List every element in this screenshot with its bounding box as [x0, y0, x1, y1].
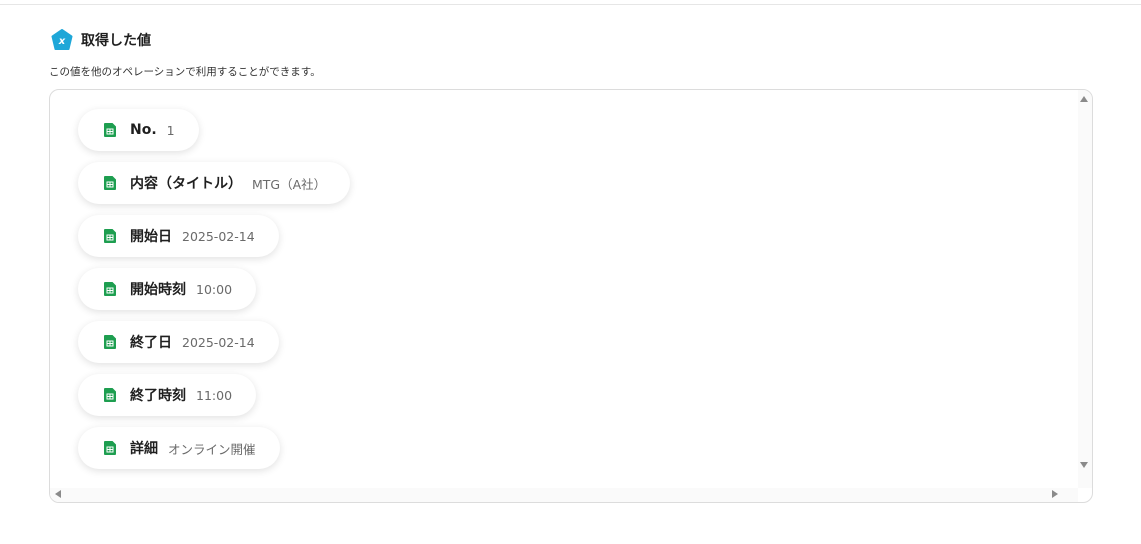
- section-header: x 取得した値: [51, 29, 151, 51]
- spreadsheet-icon: [104, 282, 116, 296]
- variable-badge-icon: x: [51, 29, 73, 50]
- value-chip-value: MTG（A社）: [252, 176, 327, 192]
- value-chip-label: 終了時刻: [130, 388, 186, 404]
- value-chip-label: 終了日: [130, 335, 172, 351]
- spreadsheet-icon: [104, 441, 116, 455]
- value-chip-label: No.: [130, 122, 157, 138]
- value-chip-label: 開始時刻: [130, 282, 186, 298]
- spreadsheet-icon: [104, 229, 116, 243]
- vertical-scrollbar[interactable]: [1078, 90, 1092, 488]
- value-chip-label: 詳細: [130, 441, 158, 457]
- value-chip-value: 2025-02-14: [182, 334, 255, 350]
- value-chip[interactable]: No. 1: [78, 109, 199, 151]
- spreadsheet-icon: [104, 335, 116, 349]
- scroll-up-arrow-icon[interactable]: [1080, 96, 1088, 102]
- scroll-right-arrow-icon[interactable]: [1052, 490, 1058, 498]
- value-chip-value: 2025-02-14: [182, 228, 255, 244]
- value-chip-value: 11:00: [196, 387, 233, 403]
- value-chip-value: オンライン開催: [168, 441, 256, 457]
- value-chip-label: 開始日: [130, 229, 172, 245]
- section-description: この値を他のオペレーションで利用することができます。: [49, 66, 321, 78]
- scroll-left-arrow-icon[interactable]: [55, 490, 61, 498]
- top-divider: [0, 0, 1141, 5]
- value-chip-value: 1: [166, 122, 175, 138]
- horizontal-scrollbar[interactable]: [50, 488, 1078, 502]
- svg-text:x: x: [58, 36, 66, 47]
- section-title: 取得した値: [81, 33, 151, 49]
- spreadsheet-icon: [104, 123, 116, 137]
- spreadsheet-icon: [104, 176, 116, 190]
- values-scroll-area: No. 1 内容（タイトル） MTG（A社） 開始日 2025-02-14 開始…: [50, 90, 1078, 488]
- spreadsheet-icon: [104, 388, 116, 402]
- value-chip[interactable]: 終了時刻 11:00: [78, 374, 257, 416]
- value-chip[interactable]: 詳細 オンライン開催: [78, 427, 280, 469]
- value-chip[interactable]: 内容（タイトル） MTG（A社）: [78, 162, 351, 204]
- value-chip[interactable]: 開始時刻 10:00: [78, 268, 257, 310]
- value-chip-value: 10:00: [196, 281, 233, 297]
- scroll-down-arrow-icon[interactable]: [1080, 462, 1088, 468]
- value-chip[interactable]: 終了日 2025-02-14: [78, 321, 279, 363]
- value-chip[interactable]: 開始日 2025-02-14: [78, 215, 279, 257]
- values-panel: No. 1 内容（タイトル） MTG（A社） 開始日 2025-02-14 開始…: [49, 89, 1093, 503]
- value-chip-label: 内容（タイトル）: [130, 176, 242, 192]
